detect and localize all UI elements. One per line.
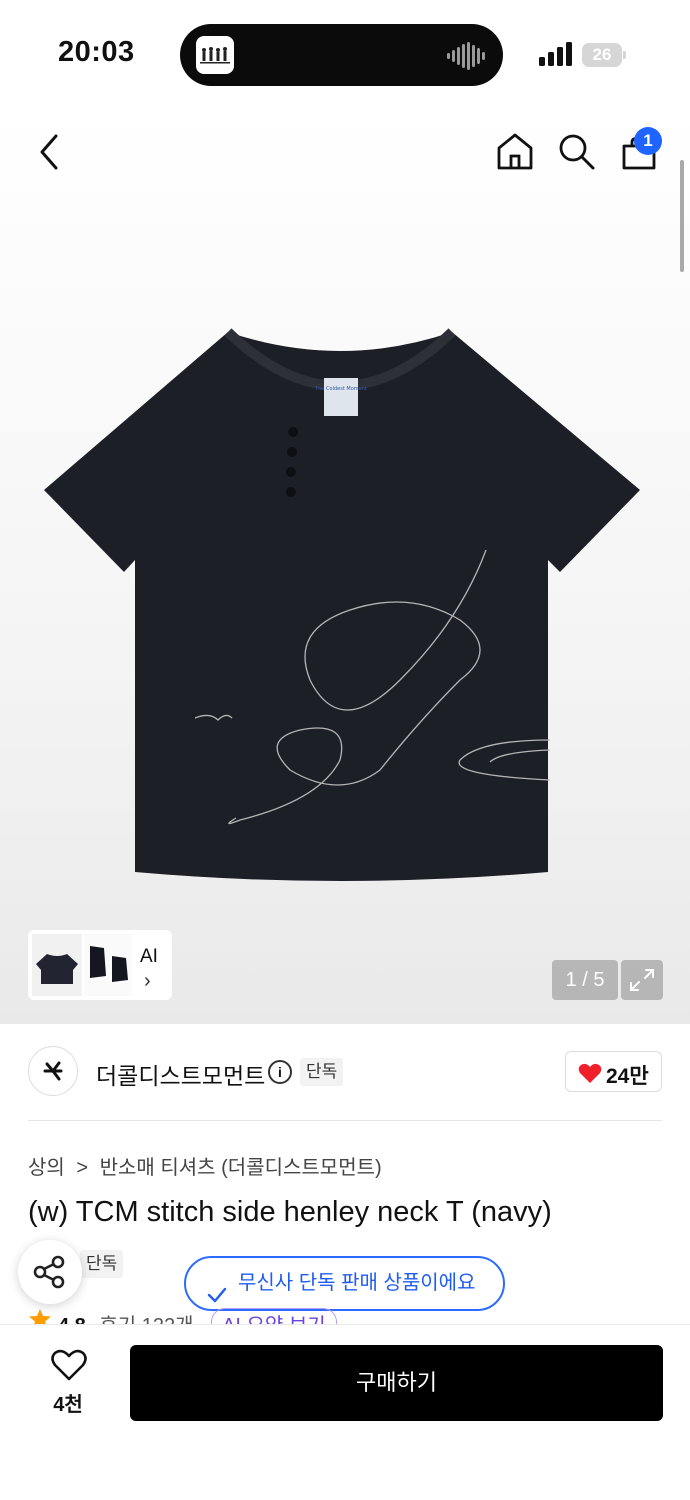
audio-waveform-icon — [447, 42, 485, 75]
brand-name-link[interactable]: 더콜디스트모먼트 — [96, 1057, 265, 1091]
now-playing-artwork — [196, 36, 234, 74]
section-divider — [28, 1120, 662, 1121]
chevron-right-icon: › — [144, 970, 151, 992]
breadcrumb-separator: > — [76, 1157, 89, 1179]
cellular-signal-icon — [539, 42, 573, 71]
brand-like-count: 24만 — [606, 1065, 649, 1088]
dynamic-island[interactable] — [180, 24, 503, 86]
shirt-tag-text: The Coldest Moment — [314, 386, 367, 392]
heart-filled-icon — [578, 1062, 602, 1089]
star-icon — [28, 1308, 52, 1324]
exclusive-badge: 단독 — [300, 1058, 344, 1086]
status-time: 20:03 — [58, 36, 135, 68]
rating-score: 4.8 — [58, 1315, 86, 1324]
status-bar: 20:03 26 — [0, 0, 690, 110]
breadcrumb-category[interactable]: 상의 — [28, 1157, 65, 1179]
battery-tip — [623, 51, 626, 59]
cart-count-badge: 1 — [634, 127, 662, 155]
home-icon[interactable] — [495, 132, 535, 175]
exclusive-sale-toast: 무신사 단독 판매 상품이에요 — [184, 1256, 505, 1311]
review-count-link[interactable]: 후기 122개 — [99, 1315, 193, 1324]
search-icon[interactable] — [557, 132, 597, 177]
ai-summary-button[interactable]: AI 요약 보기 — [211, 1308, 337, 1324]
product-exclusive-badge: 단독 — [80, 1250, 124, 1278]
product-image-tshirt: The Coldest Moment — [40, 320, 650, 905]
thumbnail-side[interactable] — [84, 934, 132, 996]
rating-row[interactable]: 4.8 후기 122개 AI 요약 보기 — [28, 1308, 428, 1324]
product-title: (w) TCM stitch side henley neck T (navy) — [28, 1196, 552, 1228]
thumbnail-front[interactable] — [32, 934, 82, 996]
page-scrollbar[interactable] — [680, 160, 684, 272]
buy-button[interactable]: 구매하기 — [130, 1345, 663, 1421]
ai-view-label[interactable]: AI — [140, 946, 158, 968]
heart-outline-icon[interactable] — [50, 1348, 88, 1387]
toast-text: 무신사 단독 판매 상품이에요 — [238, 1272, 476, 1294]
share-button[interactable] — [18, 1240, 82, 1304]
image-page-counter: 1 / 5 — [552, 960, 618, 1000]
wishlist-count: 4천 — [53, 1394, 83, 1416]
expand-icon[interactable] — [621, 960, 663, 1000]
back-icon[interactable] — [36, 132, 62, 177]
battery-icon: 26 — [582, 43, 622, 67]
brand-logo[interactable] — [28, 1046, 78, 1096]
breadcrumb-subcategory[interactable]: 반소매 티셔츠 (더콜디스트모먼트) — [100, 1157, 382, 1179]
info-icon[interactable]: i — [268, 1060, 292, 1084]
breadcrumb: 상의 > 반소매 티셔츠 (더콜디스트모먼트) — [28, 1151, 388, 1180]
share-icon — [33, 1255, 65, 1289]
brand-like-button[interactable]: 24만 — [565, 1051, 662, 1092]
